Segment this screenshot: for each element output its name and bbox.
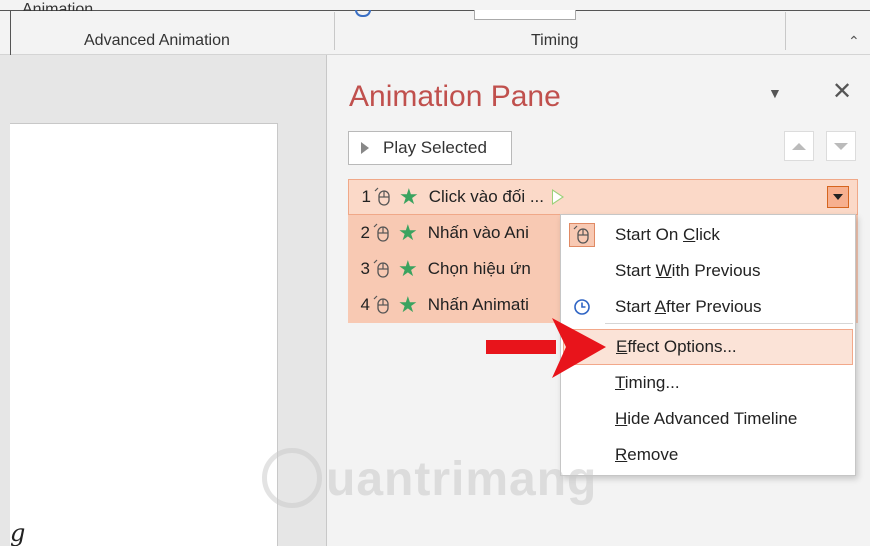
- timing-group-label: Timing: [531, 32, 579, 49]
- watermark-logo-icon: [262, 448, 322, 508]
- ribbon-frame-left: [10, 10, 11, 55]
- star-icon: ★: [399, 184, 419, 209]
- menu-item-label: Hide Advanced Timeline: [615, 409, 798, 428]
- menu-item-start-with-previous[interactable]: Start With Previous: [561, 253, 855, 289]
- menu-item-label: Start With Previous: [615, 261, 761, 280]
- red-arrow-annotation: [486, 318, 606, 378]
- item-number: 3: [360, 259, 370, 278]
- star-icon: ★: [398, 292, 418, 317]
- item-label: Chọn hiệu ứn: [427, 259, 531, 278]
- clock-icon: [574, 299, 590, 315]
- ribbon-separator: [334, 12, 335, 50]
- ribbon: Animation Advanced Animation Timing ⌃: [0, 0, 870, 55]
- slide-text-fragment: g: [10, 519, 26, 546]
- item-number: 4: [360, 295, 370, 314]
- menu-item-label: Effect Options...: [616, 337, 737, 356]
- timing-input[interactable]: [474, 10, 576, 20]
- item-label: Nhấn Animati: [427, 295, 529, 314]
- ribbon-separator: [785, 12, 786, 50]
- mouse-click-icon: [373, 259, 389, 278]
- item-label: Click vào đối ...: [428, 187, 544, 206]
- item-number: 2: [360, 223, 370, 242]
- mouse-click-icon: [373, 223, 389, 242]
- arrow-up-icon: [792, 142, 806, 150]
- item-label: Nhấn vào Ani: [427, 223, 529, 242]
- menu-separator: [605, 323, 853, 324]
- menu-item-label: Start After Previous: [615, 297, 762, 316]
- mouse-click-icon: [573, 225, 589, 244]
- play-icon: [361, 142, 369, 154]
- watermark-text: uantrimang: [326, 453, 598, 506]
- move-up-button[interactable]: [784, 131, 814, 161]
- arrow-down-icon: [834, 142, 848, 150]
- slide-canvas[interactable]: g: [10, 123, 278, 546]
- star-icon: ★: [398, 220, 418, 245]
- item-number: 1: [361, 187, 371, 206]
- play-icon: [552, 189, 564, 205]
- play-selected-button[interactable]: Play Selected: [348, 131, 512, 165]
- menu-item-label: Timing...: [615, 373, 680, 392]
- ribbon-frame-top: [0, 10, 870, 11]
- advanced-animation-group-label: Advanced Animation: [84, 32, 230, 49]
- close-icon[interactable]: ✕: [832, 77, 852, 106]
- pane-title: Animation Pane: [349, 80, 561, 113]
- chevron-down-icon: [833, 194, 843, 200]
- mouse-click-icon: [374, 187, 390, 206]
- collapse-ribbon-icon[interactable]: ⌃: [848, 33, 860, 50]
- menu-item-start-on-click[interactable]: Start On Click: [561, 217, 855, 253]
- item-dropdown-button[interactable]: [827, 186, 849, 208]
- menu-item-label: Remove: [615, 445, 679, 464]
- star-icon: ★: [398, 256, 418, 281]
- menu-item-hide-advanced-timeline[interactable]: Hide Advanced Timeline: [561, 401, 855, 437]
- animation-item[interactable]: 1 ★ Click vào đối ...: [348, 179, 858, 215]
- pane-options-icon[interactable]: ▼: [768, 85, 782, 101]
- menu-item-label: Start On Click: [615, 225, 720, 244]
- menu-item-remove[interactable]: Remove: [561, 437, 855, 473]
- checked-indicator: [569, 223, 595, 247]
- ribbon-cut-label: Animation: [22, 2, 94, 11]
- move-down-button[interactable]: [826, 131, 856, 161]
- menu-item-effect-options[interactable]: Effect Options...: [563, 329, 853, 365]
- mouse-click-icon: [373, 295, 389, 314]
- clock-icon: [355, 10, 371, 17]
- play-selected-label: Play Selected: [383, 138, 487, 157]
